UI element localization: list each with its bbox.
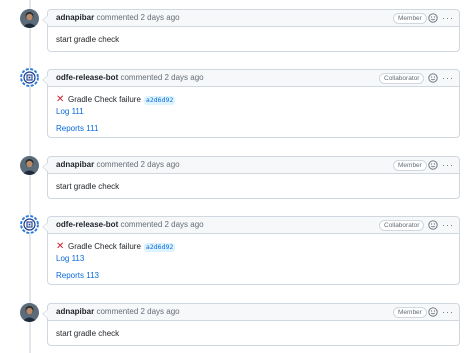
reports-line: Reports 111 [56, 123, 451, 135]
more-options-icon[interactable]: ··· [442, 304, 454, 320]
more-options-icon[interactable]: ··· [442, 217, 454, 233]
comment-box: adnapibar commented 2 days ago Member ··… [42, 9, 460, 53]
role-badge: Member [393, 160, 427, 171]
failure-x-icon: ✕ [56, 94, 65, 105]
comment-box: odfe-release-bot commented 2 days ago Co… [42, 216, 460, 285]
comment-timestamp[interactable]: commented 2 days ago [120, 73, 203, 82]
avatar[interactable] [20, 303, 39, 322]
comment-author[interactable]: adnapibar [56, 13, 94, 22]
commit-sha-link[interactable]: a2d6d92 [143, 243, 176, 252]
comment-timestamp[interactable]: commented 2 days ago [96, 13, 179, 22]
comment-timestamp[interactable]: commented 2 days ago [96, 307, 179, 316]
comment-body: start gradle check [48, 27, 459, 53]
check-status-line: ✕ Gradle Check failure a2d6d92 [56, 94, 451, 106]
smiley-icon[interactable] [428, 73, 438, 83]
comment-timestamp[interactable]: commented 2 days ago [120, 220, 203, 229]
comment-header: adnapibar commented 2 days ago Member ··… [48, 157, 459, 174]
role-badge: Collaborator [379, 73, 425, 84]
more-options-icon[interactable]: ··· [442, 70, 454, 86]
comment-header: odfe-release-bot commented 2 days ago Co… [48, 217, 459, 234]
comment-timestamp[interactable]: commented 2 days ago [96, 160, 179, 169]
check-label: Gradle Check failure [68, 95, 141, 104]
role-badge: Member [393, 13, 427, 24]
comment-header: adnapibar commented 2 days ago Member ··… [48, 304, 459, 321]
role-badge: Collaborator [379, 220, 425, 231]
comment-box: adnapibar commented 2 days ago Member ··… [42, 156, 460, 200]
log-line: Log 111 [56, 106, 451, 118]
avatar[interactable] [20, 9, 39, 28]
comment-body: start gradle check [48, 321, 459, 347]
failure-x-icon: ✕ [56, 241, 65, 252]
more-options-icon[interactable]: ··· [442, 10, 454, 26]
smiley-icon[interactable] [428, 13, 438, 23]
comment-box: adnapibar commented 2 days ago Member ··… [42, 303, 460, 347]
smiley-icon[interactable] [428, 307, 438, 317]
comment-header: adnapibar commented 2 days ago Member ··… [48, 10, 459, 27]
avatar[interactable] [20, 156, 39, 175]
reports-line: Reports 113 [56, 270, 451, 282]
role-badge: Member [393, 307, 427, 318]
comment-body: ✕ Gradle Check failure a2d6d92 Log 111 Rep… [48, 87, 459, 142]
timeline-line [29, 0, 31, 353]
check-status-line: ✕ Gradle Check failure a2d6d92 [56, 241, 451, 253]
bot-avatar[interactable] [20, 68, 39, 87]
commit-sha-link[interactable]: a2d6d92 [143, 96, 176, 105]
bot-avatar[interactable] [20, 215, 39, 234]
more-options-icon[interactable]: ··· [442, 157, 454, 173]
smiley-icon[interactable] [428, 160, 438, 170]
comment-author[interactable]: odfe-release-bot [56, 220, 118, 229]
log-link[interactable]: Log 111 [56, 107, 84, 116]
comment-author[interactable]: adnapibar [56, 160, 94, 169]
log-link[interactable]: Log 113 [56, 254, 84, 263]
reports-link[interactable]: Reports 113 [56, 271, 99, 280]
comment-text: start gradle check [56, 329, 120, 338]
comment-header: odfe-release-bot commented 2 days ago Co… [48, 70, 459, 87]
comment-text: start gradle check [56, 35, 120, 44]
comment-text: start gradle check [56, 182, 120, 191]
log-line: Log 113 [56, 253, 451, 265]
reports-link[interactable]: Reports 111 [56, 124, 98, 133]
comment-body: ✕ Gradle Check failure a2d6d92 Log 113 Rep… [48, 234, 459, 289]
smiley-icon[interactable] [428, 220, 438, 230]
comment-author[interactable]: odfe-release-bot [56, 73, 118, 82]
comment-author[interactable]: adnapibar [56, 307, 94, 316]
comment-box: odfe-release-bot commented 2 days ago Co… [42, 69, 460, 138]
check-label: Gradle Check failure [68, 242, 141, 251]
comment-body: start gradle check [48, 174, 459, 200]
